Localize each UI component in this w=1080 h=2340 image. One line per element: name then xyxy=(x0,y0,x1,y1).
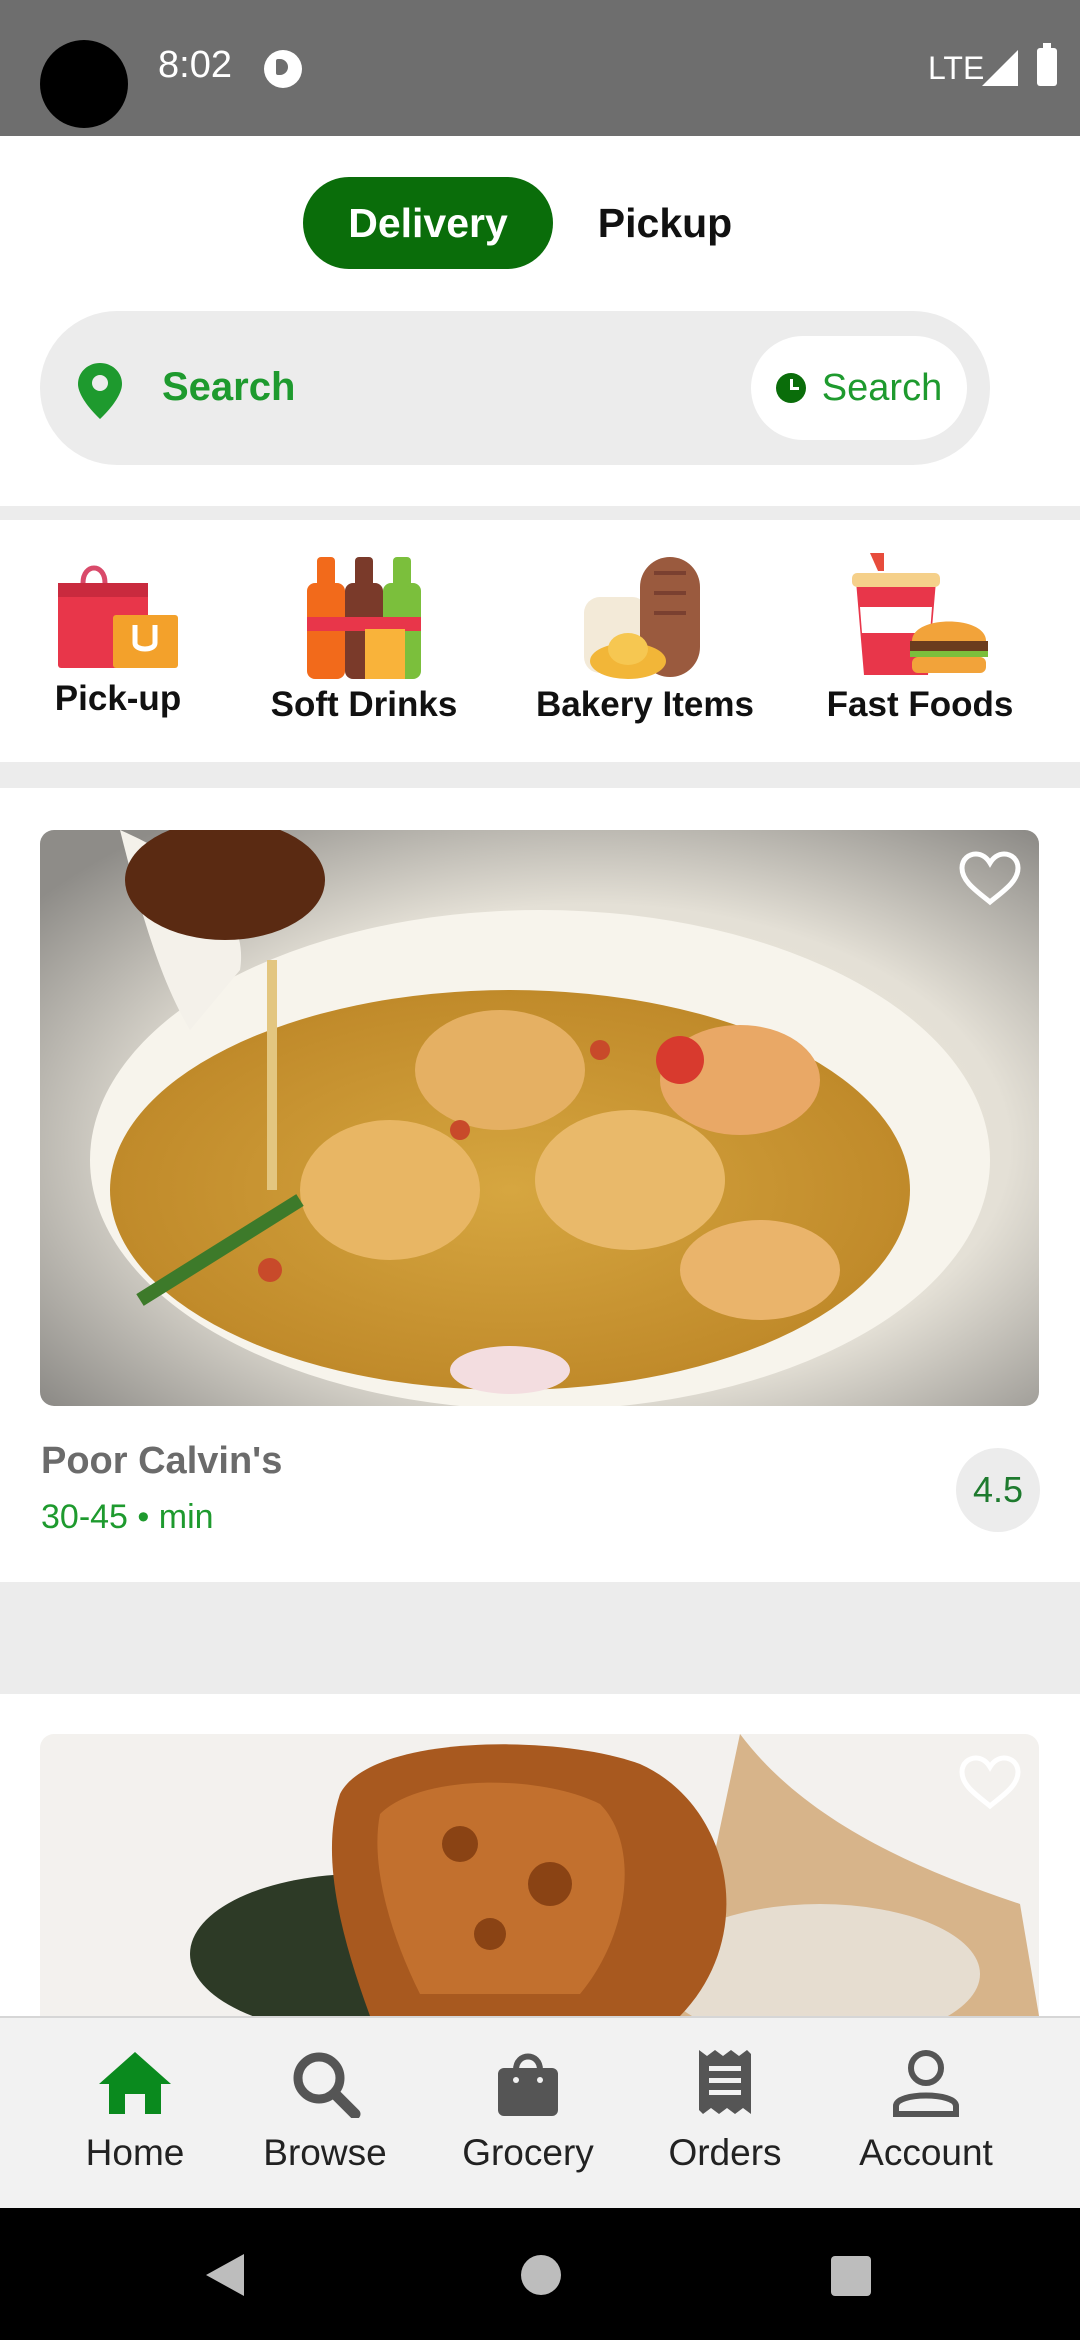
delivery-tab[interactable]: Delivery xyxy=(303,177,553,269)
category-label: Bakery Items xyxy=(536,685,754,724)
delivery-eta: 30-45 • min xyxy=(41,1498,214,1536)
nav-browse[interactable]: Browse xyxy=(250,2018,400,2208)
bottom-navigation: Home Browse Grocery Orders Account xyxy=(0,2016,1080,2208)
restaurant-photo[interactable] xyxy=(40,1734,1039,2016)
notification-icon xyxy=(264,50,302,88)
restaurant-name[interactable]: Poor Calvin's xyxy=(41,1440,282,1483)
restaurant-photo[interactable] xyxy=(40,830,1039,1406)
shopping-bags-icon xyxy=(58,565,178,668)
signal-icon xyxy=(982,50,1018,86)
category-row: Pick-up Soft Drinks Bakery Items Fast Fo… xyxy=(0,521,1080,761)
card-divider xyxy=(0,1582,1080,1694)
clock-icon xyxy=(775,373,806,403)
person-icon xyxy=(893,2050,959,2117)
camera-cutout xyxy=(40,40,128,128)
burger-drink-icon xyxy=(852,553,988,675)
back-icon[interactable] xyxy=(206,2254,244,2296)
recents-icon[interactable] xyxy=(831,2256,871,2296)
category-bakery-items[interactable]: Bakery Items xyxy=(530,521,760,761)
nav-account[interactable]: Account xyxy=(846,2018,1006,2208)
bread-icon xyxy=(584,557,700,679)
schedule-search-button[interactable]: Search xyxy=(751,336,967,440)
home-button-icon[interactable] xyxy=(521,2255,561,2295)
location-search-label[interactable]: Search xyxy=(162,365,295,410)
nav-label: Account xyxy=(859,2132,993,2173)
food-photo xyxy=(40,1734,1039,2016)
pickup-tab[interactable]: Pickup xyxy=(570,177,760,269)
system-navigation-bar xyxy=(0,2208,1080,2340)
category-label: Fast Foods xyxy=(826,685,1014,724)
nav-label: Browse xyxy=(263,2132,387,2173)
section-divider xyxy=(0,762,1080,788)
category-fast-foods[interactable]: Fast Foods xyxy=(810,521,1030,761)
location-pin-icon xyxy=(78,363,122,419)
soda-bottles-icon xyxy=(307,557,421,679)
rating-badge: 4.5 xyxy=(956,1448,1040,1532)
status-bar: 8:02 LTE xyxy=(0,0,1080,136)
home-icon xyxy=(99,2052,171,2114)
address-search-bar[interactable]: Search Search xyxy=(40,311,990,465)
nav-label: Home xyxy=(85,2132,185,2173)
nav-orders[interactable]: Orders xyxy=(650,2018,800,2208)
category-label: Soft Drinks xyxy=(270,685,458,724)
food-photo xyxy=(40,830,1039,1406)
shopping-bag-icon xyxy=(498,2053,558,2116)
favorite-heart-icon[interactable] xyxy=(958,850,1022,906)
category-soft-drinks[interactable]: Soft Drinks xyxy=(264,521,464,761)
nav-label: Orders xyxy=(668,2132,782,2173)
search-icon xyxy=(293,2052,361,2118)
receipt-icon xyxy=(699,2050,751,2114)
category-pickup[interactable]: Pick-up xyxy=(28,521,208,761)
section-divider xyxy=(0,506,1080,520)
nav-grocery[interactable]: Grocery xyxy=(448,2018,608,2208)
nav-home[interactable]: Home xyxy=(60,2018,210,2208)
schedule-search-label: Search xyxy=(821,366,943,409)
category-label: Pick-up xyxy=(54,679,182,718)
network-type: LTE xyxy=(928,50,985,86)
mode-toggle: Delivery Pickup xyxy=(0,177,1080,269)
battery-icon xyxy=(1037,43,1057,86)
nav-label: Grocery xyxy=(462,2132,594,2173)
status-time: 8:02 xyxy=(158,44,232,86)
favorite-heart-icon[interactable] xyxy=(958,1754,1022,1810)
